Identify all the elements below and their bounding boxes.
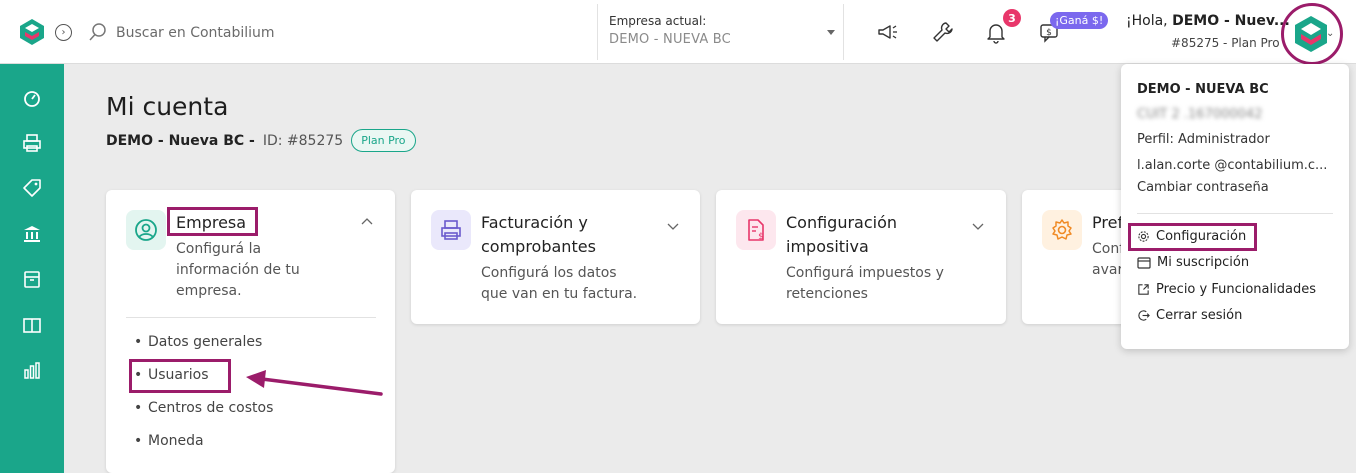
card-title-line: Configuración: [786, 213, 898, 232]
chevron-up-icon[interactable]: [360, 214, 374, 228]
card-desc-line: avar: [1092, 262, 1124, 278]
menu-item-mi-suscripcion[interactable]: Mi suscripción: [1137, 255, 1249, 270]
usuarios-highlight: [129, 359, 231, 393]
annotation-arrow-icon: [246, 370, 383, 396]
plan-badge: Plan Pro: [351, 129, 416, 152]
tax-document-icon: $: [748, 219, 764, 242]
card-title-line: comprobantes: [481, 237, 596, 256]
account-dropdown: DEMO - NUEVA BC CUIT 2 .167000042 Perfil…: [1121, 64, 1349, 349]
company-selector[interactable]: Empresa actual: DEMO - NUEVA BC: [597, 4, 844, 60]
external-link-icon: [1138, 284, 1149, 295]
user-circle-icon: [135, 219, 157, 241]
card-title-preferencias: Pref: [1092, 213, 1124, 232]
card-icon-facturacion: [431, 210, 471, 250]
card-desc-line: empresa.: [176, 283, 242, 299]
card-desc-line: Configurá la: [176, 241, 262, 257]
account-id: ID: #85275: [262, 132, 344, 149]
card-configuracion-impositiva[interactable]: $ Configuración impositiva Configurá imp…: [716, 190, 1006, 324]
menu-item-label: Mi suscripción: [1157, 255, 1250, 270]
svg-text:$: $: [758, 232, 764, 242]
reports-icon[interactable]: [22, 361, 42, 381]
sidebar: [0, 64, 64, 473]
dropdown-company-name: DEMO - NUEVA BC: [1137, 82, 1269, 97]
empresa-highlight: [167, 207, 258, 236]
chevron-down-icon[interactable]: [971, 219, 985, 233]
printer-icon: [441, 220, 461, 240]
megaphone-icon[interactable]: [876, 20, 900, 44]
greeting-prefix: ¡Hola,: [1126, 13, 1173, 29]
top-bar: › Empresa actual: DEMO - NUEVA BC 3 $ ¡G…: [0, 0, 1356, 65]
user-greeting[interactable]: ¡Hola, DEMO - Nuev...: [1126, 13, 1290, 29]
book-icon[interactable]: [22, 315, 42, 335]
account-subline: DEMO - Nueva BC - ID: #85275 Plan Pro: [106, 129, 416, 152]
card-icon-preferencias: [1042, 210, 1082, 250]
avatar-logo-icon: [1295, 16, 1327, 52]
chevron-down-icon[interactable]: [666, 219, 680, 233]
submenu-item-centros-de-costos[interactable]: Centros de costos: [134, 400, 273, 416]
card-desc-line: que van en tu factura.: [481, 286, 638, 302]
card-desc-line: Conf: [1092, 241, 1125, 257]
card-preferencias[interactable]: Pref Conf avar: [1022, 190, 1132, 324]
card-desc-line: retenciones: [786, 286, 868, 302]
submenu-item-datos-generales[interactable]: Datos generales: [134, 334, 262, 350]
card-icon-impositiva: $: [736, 210, 776, 250]
company-value: DEMO - NUEVA BC: [609, 32, 731, 47]
promo-badge[interactable]: ¡Ganá $!: [1050, 12, 1109, 29]
search-input[interactable]: [116, 22, 556, 44]
configuracion-highlight: [1128, 223, 1257, 251]
bank-icon[interactable]: [22, 224, 42, 244]
change-password-link[interactable]: Cambiar contraseña: [1137, 180, 1269, 195]
dashboard-icon[interactable]: [22, 88, 42, 108]
dropdown-email: l.alan.corte @contabilium.c...: [1137, 158, 1328, 173]
account-plan-line: #85275 - Plan Pro: [1171, 36, 1280, 50]
menu-item-label: Precio y Funcionalidades: [1156, 282, 1316, 297]
dropdown-divider: [1137, 213, 1333, 214]
greeting-name: DEMO - Nuev...: [1172, 13, 1290, 29]
menu-item-label: Cerrar sesión: [1156, 308, 1243, 323]
company-name: DEMO - Nueva BC -: [106, 132, 255, 149]
chevron-down-icon[interactable]: ⌄: [1326, 28, 1334, 39]
credit-card-icon: [1137, 256, 1151, 269]
wrench-icon[interactable]: [931, 20, 955, 44]
card-desc-line: Configurá los datos: [481, 265, 617, 281]
company-label: Empresa actual:: [609, 14, 707, 28]
submenu-item-moneda[interactable]: Moneda: [134, 433, 204, 449]
archive-icon[interactable]: [22, 269, 42, 289]
card-desc-line: Configurá impuestos y: [786, 265, 944, 281]
contabilium-logo[interactable]: [18, 18, 46, 46]
card-desc-line: información de tu: [176, 262, 300, 278]
collapse-sidebar-button[interactable]: ›: [55, 24, 72, 41]
dropdown-profile: Perfil: Administrador: [1137, 132, 1270, 147]
page-title: Mi cuenta: [106, 92, 229, 121]
card-title-line: impositiva: [786, 237, 869, 256]
menu-item-cerrar-sesion[interactable]: Cerrar sesión: [1137, 308, 1242, 323]
card-icon-empresa: [126, 210, 166, 250]
card-title-line: Facturación y: [481, 213, 588, 232]
empresa-submenu: Datos generales Usuarios Centros de cost…: [126, 317, 376, 449]
logout-icon: [1138, 310, 1150, 321]
notification-badge: 3: [1003, 9, 1021, 27]
search-icon: [89, 23, 106, 41]
card-facturacion[interactable]: Facturación y comprobantes Configurá los…: [411, 190, 700, 324]
tag-icon[interactable]: [22, 178, 42, 198]
caret-down-icon: [827, 30, 835, 35]
dropdown-cuit: CUIT 2 .167000042: [1137, 107, 1263, 122]
gear-icon: [1052, 219, 1072, 240]
printer-icon[interactable]: [22, 133, 42, 153]
svg-text:$: $: [1046, 28, 1052, 38]
menu-item-precio-funcionalidades[interactable]: Precio y Funcionalidades: [1137, 282, 1316, 297]
